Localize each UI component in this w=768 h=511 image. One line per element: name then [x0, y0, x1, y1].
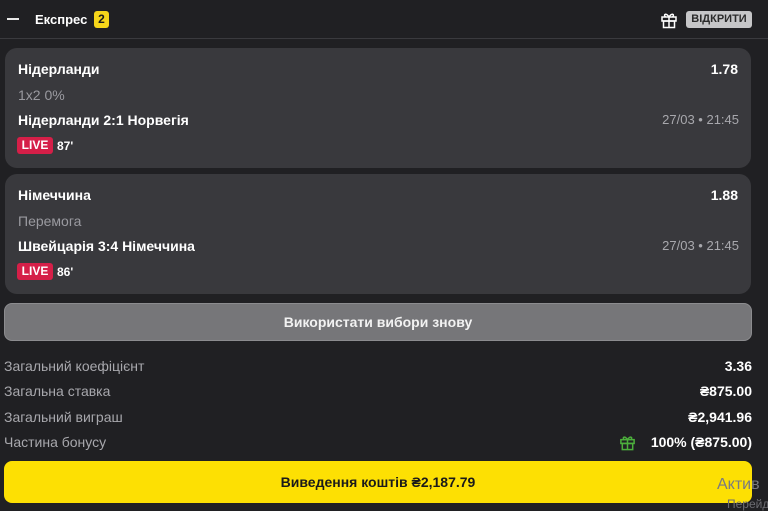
bet-card[interactable]: Німеччина 1.88 Перемога Швейцарія 3:4 Ні…	[5, 174, 751, 294]
match-datetime: 27/03 • 21:45	[662, 238, 739, 253]
activation-watermark: Актив	[717, 476, 760, 493]
match-minute: 87'	[57, 139, 74, 153]
selection-odds: 1.88	[710, 187, 738, 203]
gift-icon[interactable]	[660, 11, 678, 29]
minus-icon[interactable]	[7, 18, 19, 20]
selection-team: Нідерланди	[18, 61, 100, 77]
live-badge: LIVE	[17, 263, 53, 280]
total-odds-value: 3.36	[724, 358, 752, 374]
market-name: Перемога	[18, 213, 82, 229]
bet-card[interactable]: Нідерланди 1.78 1x2 0% Нідерланди 2:1 Но…	[5, 48, 751, 168]
selection-team: Німеччина	[18, 187, 91, 203]
selection-count-badge: 2	[94, 11, 109, 28]
activation-watermark-sub: Перейд	[727, 497, 768, 511]
match-datetime: 27/03 • 21:45	[662, 112, 739, 127]
bonus-part-value: 100% (₴875.00)	[650, 434, 752, 450]
total-win-label: Загальний виграш	[4, 409, 123, 425]
total-stake-label: Загальна ставка	[4, 383, 111, 399]
match-score: Швейцарія 3:4 Німеччина	[18, 238, 195, 254]
gift-icon	[620, 436, 635, 451]
selection-odds: 1.78	[710, 61, 738, 77]
express-header: Експрес 2 ВІДКРИТИ	[0, 0, 768, 39]
total-stake-value: ₴875.00	[699, 383, 752, 399]
total-odds-label: Загальний коефіцієнт	[4, 358, 145, 374]
match-score: Нідерланди 2:1 Норвегія	[18, 112, 189, 128]
bet-type-title: Експрес	[35, 12, 88, 27]
market-name: 1x2 0%	[18, 87, 65, 103]
open-button[interactable]: ВІДКРИТИ	[686, 11, 752, 28]
total-win-value: ₴2,941.96	[688, 409, 752, 425]
reuse-selections-button[interactable]: Використати вибори знову	[4, 303, 752, 341]
withdraw-button[interactable]: Виведення коштів ₴2,187.79	[4, 461, 752, 503]
live-badge: LIVE	[17, 137, 53, 154]
bonus-part-label: Частина бонусу	[4, 434, 107, 450]
match-minute: 86'	[57, 265, 74, 279]
